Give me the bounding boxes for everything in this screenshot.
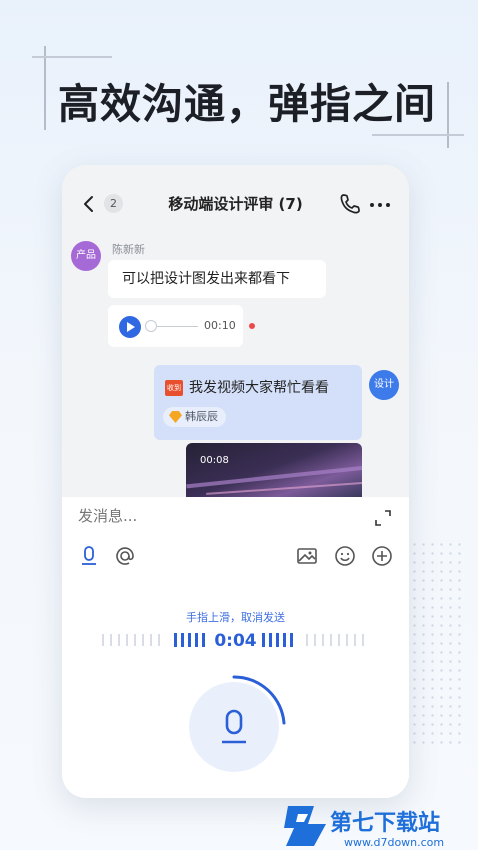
phone-mockup: 2 移动端设计评审 (7) 产品 陈新新 可以把设计图发出来都看下 00:10 … (62, 165, 409, 798)
unread-dot (249, 323, 255, 329)
avatar[interactable]: 产品 (71, 241, 101, 271)
avatar[interactable]: 设计 (369, 370, 399, 400)
decor-line (372, 134, 464, 136)
mention-chip[interactable]: 韩辰辰 (163, 407, 226, 427)
received-tag: 收到 (165, 380, 183, 396)
svg-text:第七下载站: 第七下载站 (330, 810, 440, 836)
message-bubble[interactable]: 可以把设计图发出来都看下 (108, 260, 326, 298)
voice-progress-knob[interactable] (145, 320, 157, 332)
chat-header: 2 移动端设计评审 (7) (62, 165, 409, 240)
more-options-icon[interactable] (370, 201, 394, 209)
composer: 手指上滑，取消发送 0:04 (62, 497, 409, 798)
cancel-send-hint: 手指上滑，取消发送 (186, 611, 285, 624)
decor-line (447, 82, 449, 148)
promo-headline: 高效沟通，弹指之间 (58, 80, 436, 128)
at-mention-icon[interactable] (114, 545, 136, 567)
expand-icon[interactable] (374, 509, 392, 527)
phone-call-icon[interactable] (338, 192, 362, 216)
sender-name: 陈新新 (112, 243, 145, 256)
voice-input-icon[interactable] (78, 545, 100, 567)
decor-line (32, 56, 112, 58)
add-more-icon[interactable] (371, 545, 393, 567)
recording-timer: 0:04 (214, 631, 257, 651)
microphone-icon (222, 709, 246, 744)
decor-line (44, 46, 46, 130)
voice-message[interactable]: 00:10 (108, 305, 243, 347)
message-bubble-own[interactable]: 收到 我发视频大家帮忙看看 韩辰辰 (154, 365, 362, 440)
image-icon[interactable] (296, 545, 318, 567)
play-icon[interactable] (119, 316, 141, 338)
message-input[interactable] (78, 507, 318, 525)
emoji-icon[interactable] (334, 545, 356, 567)
diamond-icon (169, 411, 182, 423)
video-duration: 00:08 (200, 455, 229, 466)
svg-text:www.d7down.com: www.d7down.com (344, 836, 444, 849)
hold-to-talk-button[interactable] (189, 682, 279, 772)
mention-name: 韩辰辰 (185, 410, 218, 423)
video-message[interactable]: 00:08 (186, 443, 362, 503)
voice-duration: 00:10 (204, 319, 236, 332)
site-watermark-logo: 第七下载站 www.d7down.com (284, 806, 444, 849)
message-text: 我发视频大家帮忙看看 (189, 380, 329, 396)
